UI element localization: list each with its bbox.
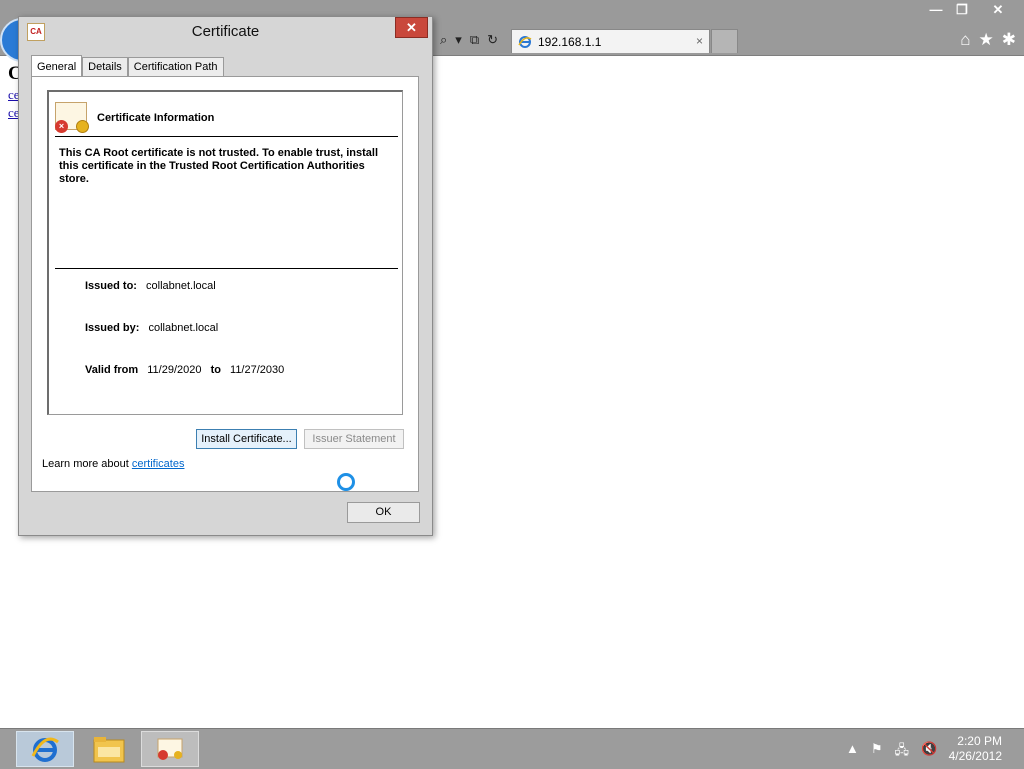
folder-icon [93,737,125,763]
new-tab-button[interactable] [711,29,738,53]
dialog-tab-strip: General Details Certification Path [31,55,224,77]
system-tray: ▲ ⚑ 🖧 🔇 [846,741,937,763]
issued-to-row: Issued to: collabnet.local [85,280,216,292]
issued-by-row: Issued by: collabnet.local [85,322,218,334]
taskbar-clock[interactable]: 2:20 PM 4/26/2012 [949,734,1002,764]
tab-details[interactable]: Details [82,57,128,76]
network-icon[interactable]: 🖧 [895,741,910,763]
valid-from-label: Valid from [85,364,139,376]
tab-certification-path[interactable]: Certification Path [127,57,224,76]
learn-more-text: Learn more about certificates [42,458,184,470]
validity-row: Valid from 11/29/2020 to 11/27/2030 [85,364,284,376]
search-icon[interactable]: ⌕ [440,32,447,48]
browser-command-icons: ⌂ ★ ✱ [960,30,1016,50]
tab-general[interactable]: General [31,55,83,77]
trust-message: This CA Root certificate is not trusted.… [59,147,379,185]
minimize-icon: — [929,2,943,17]
compatibility-view-icon[interactable]: ⧉ [470,32,479,48]
dialog-close-button[interactable]: ✕ [395,17,428,38]
issued-by-value: collabnet.local [148,322,219,334]
valid-to-label: to [210,364,221,376]
learn-more-prefix: Learn more about [42,458,132,470]
valid-from-value: 11/29/2020 [147,364,202,376]
window-close-button[interactable]: ✕ [982,0,1014,19]
info-heading: Certificate Information [97,112,215,124]
refresh-icon[interactable]: ↻ [487,32,498,48]
untrusted-certificate-icon: × [55,102,89,133]
busy-cursor-icon [337,473,355,491]
certificate-info-box: × Certificate Information This CA Root c… [47,90,403,415]
certificate-dialog: CA Certificate ✕ General Details Certifi… [18,16,433,536]
divider [55,268,398,269]
general-tab-panel: × Certificate Information This CA Root c… [31,76,419,492]
ie-favicon-icon [518,35,532,48]
issued-to-value: collabnet.local [146,280,216,292]
issued-to-label: Issued to: [85,280,137,292]
restore-icon: ❐ [956,1,968,17]
taskbar-certificate[interactable] [141,731,199,767]
certificate-icon [157,738,183,760]
divider [55,136,398,137]
clock-date: 4/26/2012 [948,749,1002,763]
close-icon: ✕ [992,1,1004,17]
tools-gear-icon[interactable]: ✱ [1002,30,1016,50]
clock-time: 2:20 PM [957,734,1002,748]
internet-explorer-icon [31,737,59,762]
taskbar-file-explorer[interactable] [80,731,138,767]
favorites-icon[interactable]: ★ [979,30,994,50]
browser-tab[interactable]: 192.168.1.1 × [511,29,710,53]
close-icon: ✕ [406,20,417,35]
certificates-link[interactable]: certificates [132,458,185,470]
dialog-title: Certificate [191,23,260,40]
show-hidden-icons-icon[interactable]: ▲ [846,741,859,763]
chevron-down-icon[interactable]: ▾ [455,32,462,48]
volume-muted-icon[interactable]: 🔇 [921,741,937,763]
install-certificate-button[interactable]: Install Certificate... [196,429,297,449]
home-icon[interactable]: ⌂ [960,30,970,50]
valid-to-value: 11/27/2030 [230,364,285,376]
restore-button[interactable]: ❐ [946,0,978,19]
address-bar-tools: ⌕ ▾ ⧉ ↻ [434,29,512,51]
tab-title: 192.168.1.1 [538,34,602,49]
error-badge-icon: × [55,120,68,133]
ok-button[interactable]: OK [347,502,420,523]
issuer-statement-button: Issuer Statement [304,429,404,449]
issued-by-label: Issued by: [85,322,140,334]
tab-close-icon[interactable]: × [696,34,703,48]
taskbar: ▲ ⚑ 🖧 🔇 2:20 PM 4/26/2012 [0,728,1024,769]
seal-icon [76,120,89,133]
taskbar-internet-explorer[interactable] [16,731,74,767]
action-center-flag-icon[interactable]: ⚑ [871,741,883,763]
